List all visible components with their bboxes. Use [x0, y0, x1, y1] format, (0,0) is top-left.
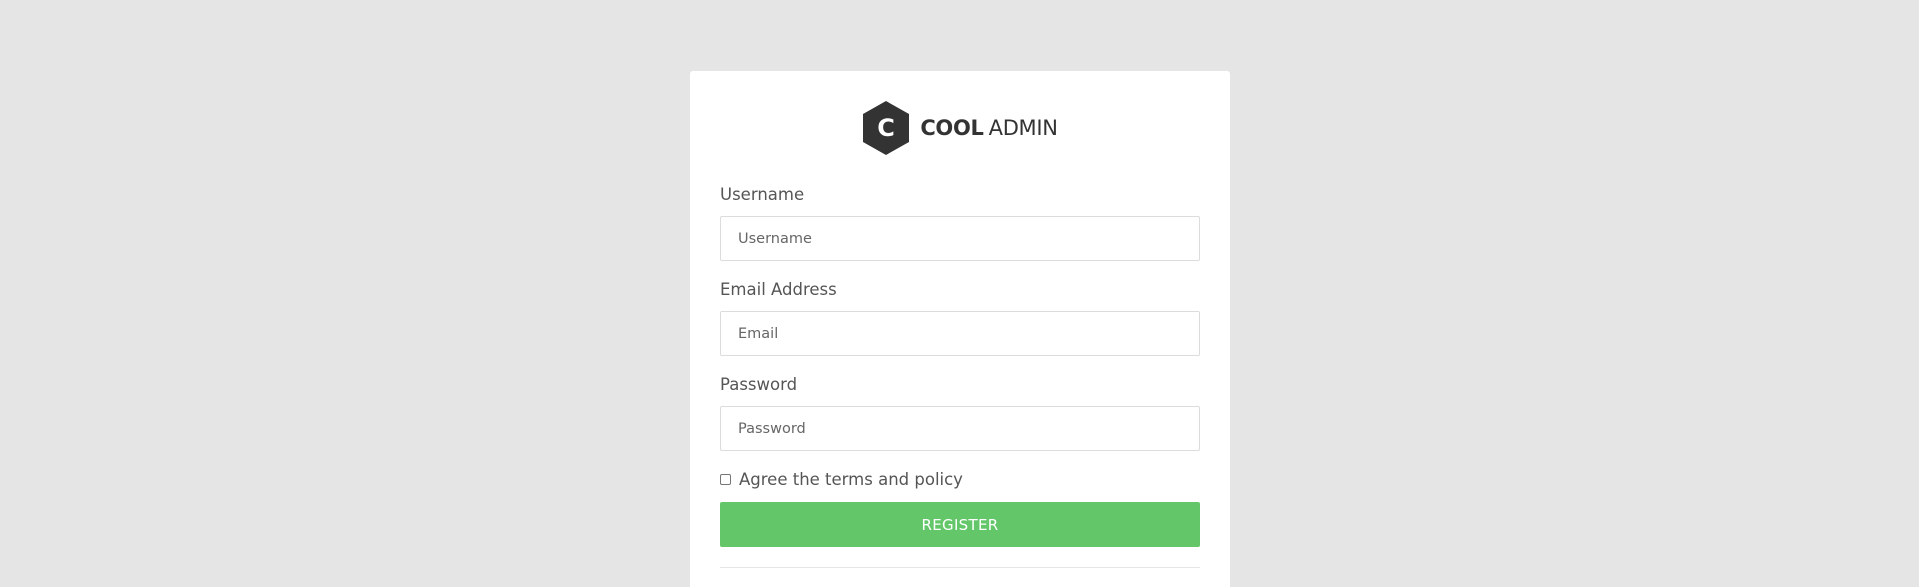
logo[interactable]: C COOL ADMIN — [690, 101, 1230, 155]
logo-letter: C — [878, 114, 896, 142]
email-label: Email Address — [720, 280, 837, 299]
agree-terms: Agree the terms and policy — [720, 468, 963, 490]
password-label: Password — [720, 375, 798, 394]
username-input[interactable] — [720, 216, 1200, 261]
divider — [720, 567, 1200, 568]
register-page: C COOLADMIN Username Email Address Passw… — [0, 0, 1919, 587]
register-button[interactable]: REGISTER — [720, 502, 1200, 547]
password-group: Password — [720, 373, 1200, 451]
register-card: C COOLADMIN Username Email Address Passw… — [690, 71, 1230, 587]
username-group: Username — [720, 183, 1200, 261]
hexagon-logo-icon: C — [862, 101, 910, 155]
username-label: Username — [720, 185, 805, 204]
logo-text: COOL ADMIN — [920, 116, 1058, 140]
email-group: Email Address — [720, 278, 1200, 356]
password-input[interactable] — [720, 406, 1200, 451]
logo-text-light: ADMIN — [988, 116, 1058, 140]
agree-label[interactable]: Agree the terms and policy — [739, 470, 963, 489]
logo-text-bold: COOL — [920, 116, 984, 140]
agree-checkbox[interactable] — [720, 473, 731, 485]
email-input[interactable] — [720, 311, 1200, 356]
